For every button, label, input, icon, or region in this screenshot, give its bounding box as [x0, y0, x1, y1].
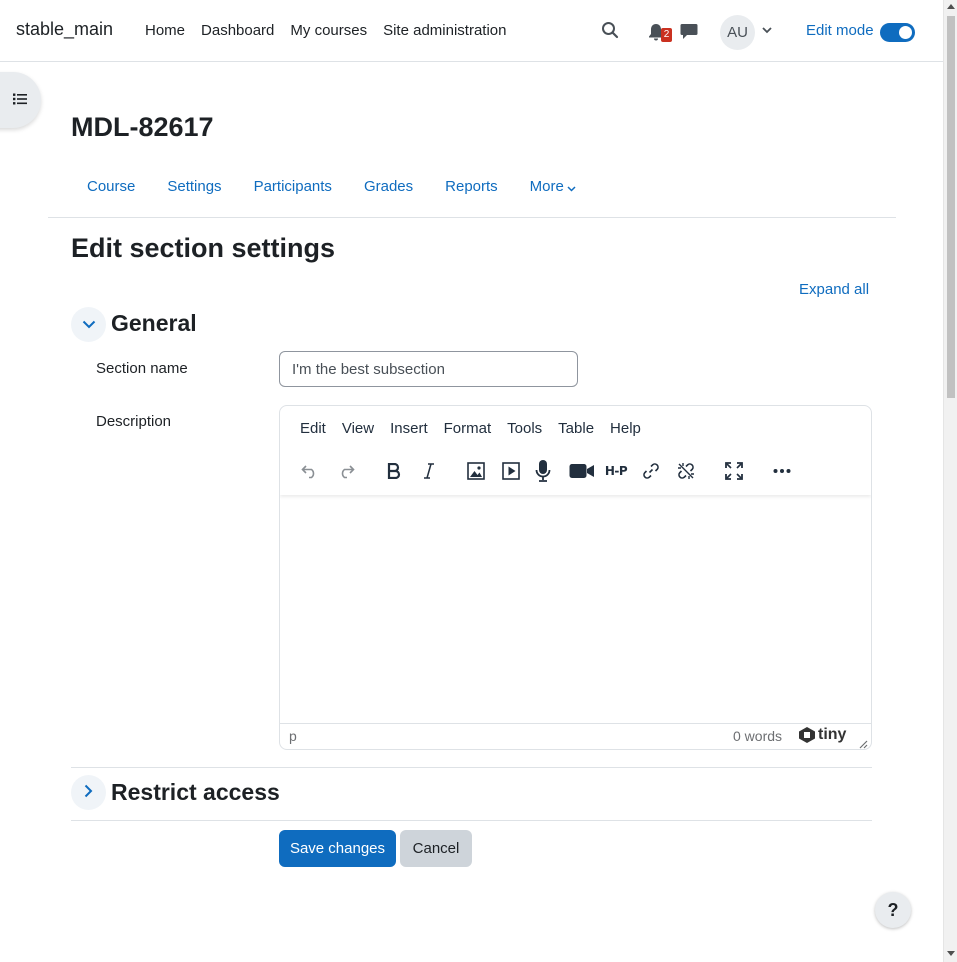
- tab-reports[interactable]: Reports: [429, 168, 514, 206]
- messages-icon[interactable]: [679, 21, 699, 41]
- tab-more[interactable]: More: [514, 168, 592, 206]
- description-editor: Edit View Insert Format Tools Table Help…: [279, 405, 872, 750]
- secondary-navigation: Course Settings Participants Grades Repo…: [71, 168, 592, 206]
- chevron-down-icon[interactable]: [761, 24, 773, 36]
- scroll-down-arrow-icon[interactable]: [947, 951, 955, 956]
- menu-edit[interactable]: Edit: [292, 420, 334, 437]
- chevron-down-icon: [82, 316, 96, 333]
- edit-mode-toggle[interactable]: [880, 23, 915, 42]
- top-navbar: stable_main Home Dashboard My courses Si…: [0, 0, 943, 62]
- undo-icon[interactable]: [298, 459, 322, 483]
- description-label: Description: [96, 413, 172, 430]
- page-title: Edit section settings: [71, 233, 336, 263]
- word-count[interactable]: 0 words: [733, 728, 782, 744]
- menu-insert[interactable]: Insert: [382, 420, 436, 437]
- general-collapse-button[interactable]: [71, 307, 106, 342]
- section-name-input[interactable]: [279, 351, 578, 387]
- cancel-button[interactable]: Cancel: [400, 830, 472, 867]
- site-name-link[interactable]: stable_main: [16, 19, 113, 40]
- redo-icon[interactable]: [334, 459, 358, 483]
- section-name-label: Section name: [96, 360, 188, 377]
- tiny-logo-icon: [799, 727, 815, 743]
- tab-settings[interactable]: Settings: [151, 168, 237, 206]
- menu-table[interactable]: Table: [550, 420, 602, 437]
- menu-format[interactable]: Format: [436, 420, 500, 437]
- tab-participants[interactable]: Participants: [238, 168, 348, 206]
- user-avatar[interactable]: AU: [720, 15, 755, 50]
- vertical-scrollbar[interactable]: [943, 0, 957, 962]
- fullscreen-icon[interactable]: [722, 459, 746, 483]
- media-icon[interactable]: [499, 459, 523, 483]
- unlink-icon[interactable]: [674, 459, 698, 483]
- general-section-title: General: [111, 310, 197, 336]
- help-button[interactable]: ?: [875, 892, 911, 928]
- nav-my-courses[interactable]: My courses: [282, 0, 375, 62]
- edit-mode-label: Edit mode: [806, 22, 874, 39]
- editor-menubar: Edit View Insert Format Tools Table Help: [292, 420, 649, 437]
- element-path[interactable]: p: [289, 728, 297, 744]
- bold-icon[interactable]: [382, 459, 406, 483]
- microphone-icon[interactable]: [531, 459, 555, 483]
- course-title: MDL-82617: [71, 112, 214, 142]
- image-icon[interactable]: [464, 459, 488, 483]
- divider: [71, 767, 872, 768]
- save-changes-button[interactable]: Save changes: [279, 830, 396, 867]
- nav-home[interactable]: Home: [137, 0, 193, 62]
- italic-icon[interactable]: [417, 459, 441, 483]
- chevron-right-icon: [84, 784, 93, 802]
- tab-course[interactable]: Course: [71, 168, 151, 206]
- resize-handle-icon[interactable]: [858, 736, 868, 749]
- search-icon[interactable]: [600, 20, 620, 40]
- notification-count-badge: 2: [661, 28, 672, 42]
- scrollbar-thumb[interactable]: [947, 16, 955, 398]
- course-index-toggle[interactable]: [0, 72, 41, 128]
- expand-all-link[interactable]: Expand all: [799, 281, 869, 298]
- scroll-up-arrow-icon[interactable]: [947, 4, 955, 9]
- nav-site-administration[interactable]: Site administration: [375, 0, 514, 62]
- divider: [48, 217, 896, 218]
- restrict-access-section-title: Restrict access: [111, 779, 280, 805]
- tab-grades[interactable]: Grades: [348, 168, 429, 206]
- menu-view[interactable]: View: [334, 420, 382, 437]
- primary-navigation: Home Dashboard My courses Site administr…: [137, 0, 515, 62]
- more-icon[interactable]: [770, 459, 794, 483]
- tab-more-label: More: [529, 178, 564, 195]
- list-icon: [13, 92, 27, 109]
- tiny-brand: tiny: [818, 726, 847, 743]
- restrict-access-expand-button[interactable]: [71, 775, 106, 810]
- editor-statusbar: p 0 words tiny: [280, 723, 871, 749]
- divider: [71, 820, 872, 821]
- menu-tools[interactable]: Tools: [499, 420, 550, 437]
- link-icon[interactable]: [639, 459, 663, 483]
- video-camera-icon[interactable]: [568, 459, 596, 483]
- chevron-down-icon: [567, 179, 576, 196]
- menu-help[interactable]: Help: [602, 420, 649, 437]
- nav-dashboard[interactable]: Dashboard: [193, 0, 282, 62]
- tiny-logo[interactable]: tiny: [798, 726, 846, 744]
- h5p-icon[interactable]: H-P: [602, 459, 630, 483]
